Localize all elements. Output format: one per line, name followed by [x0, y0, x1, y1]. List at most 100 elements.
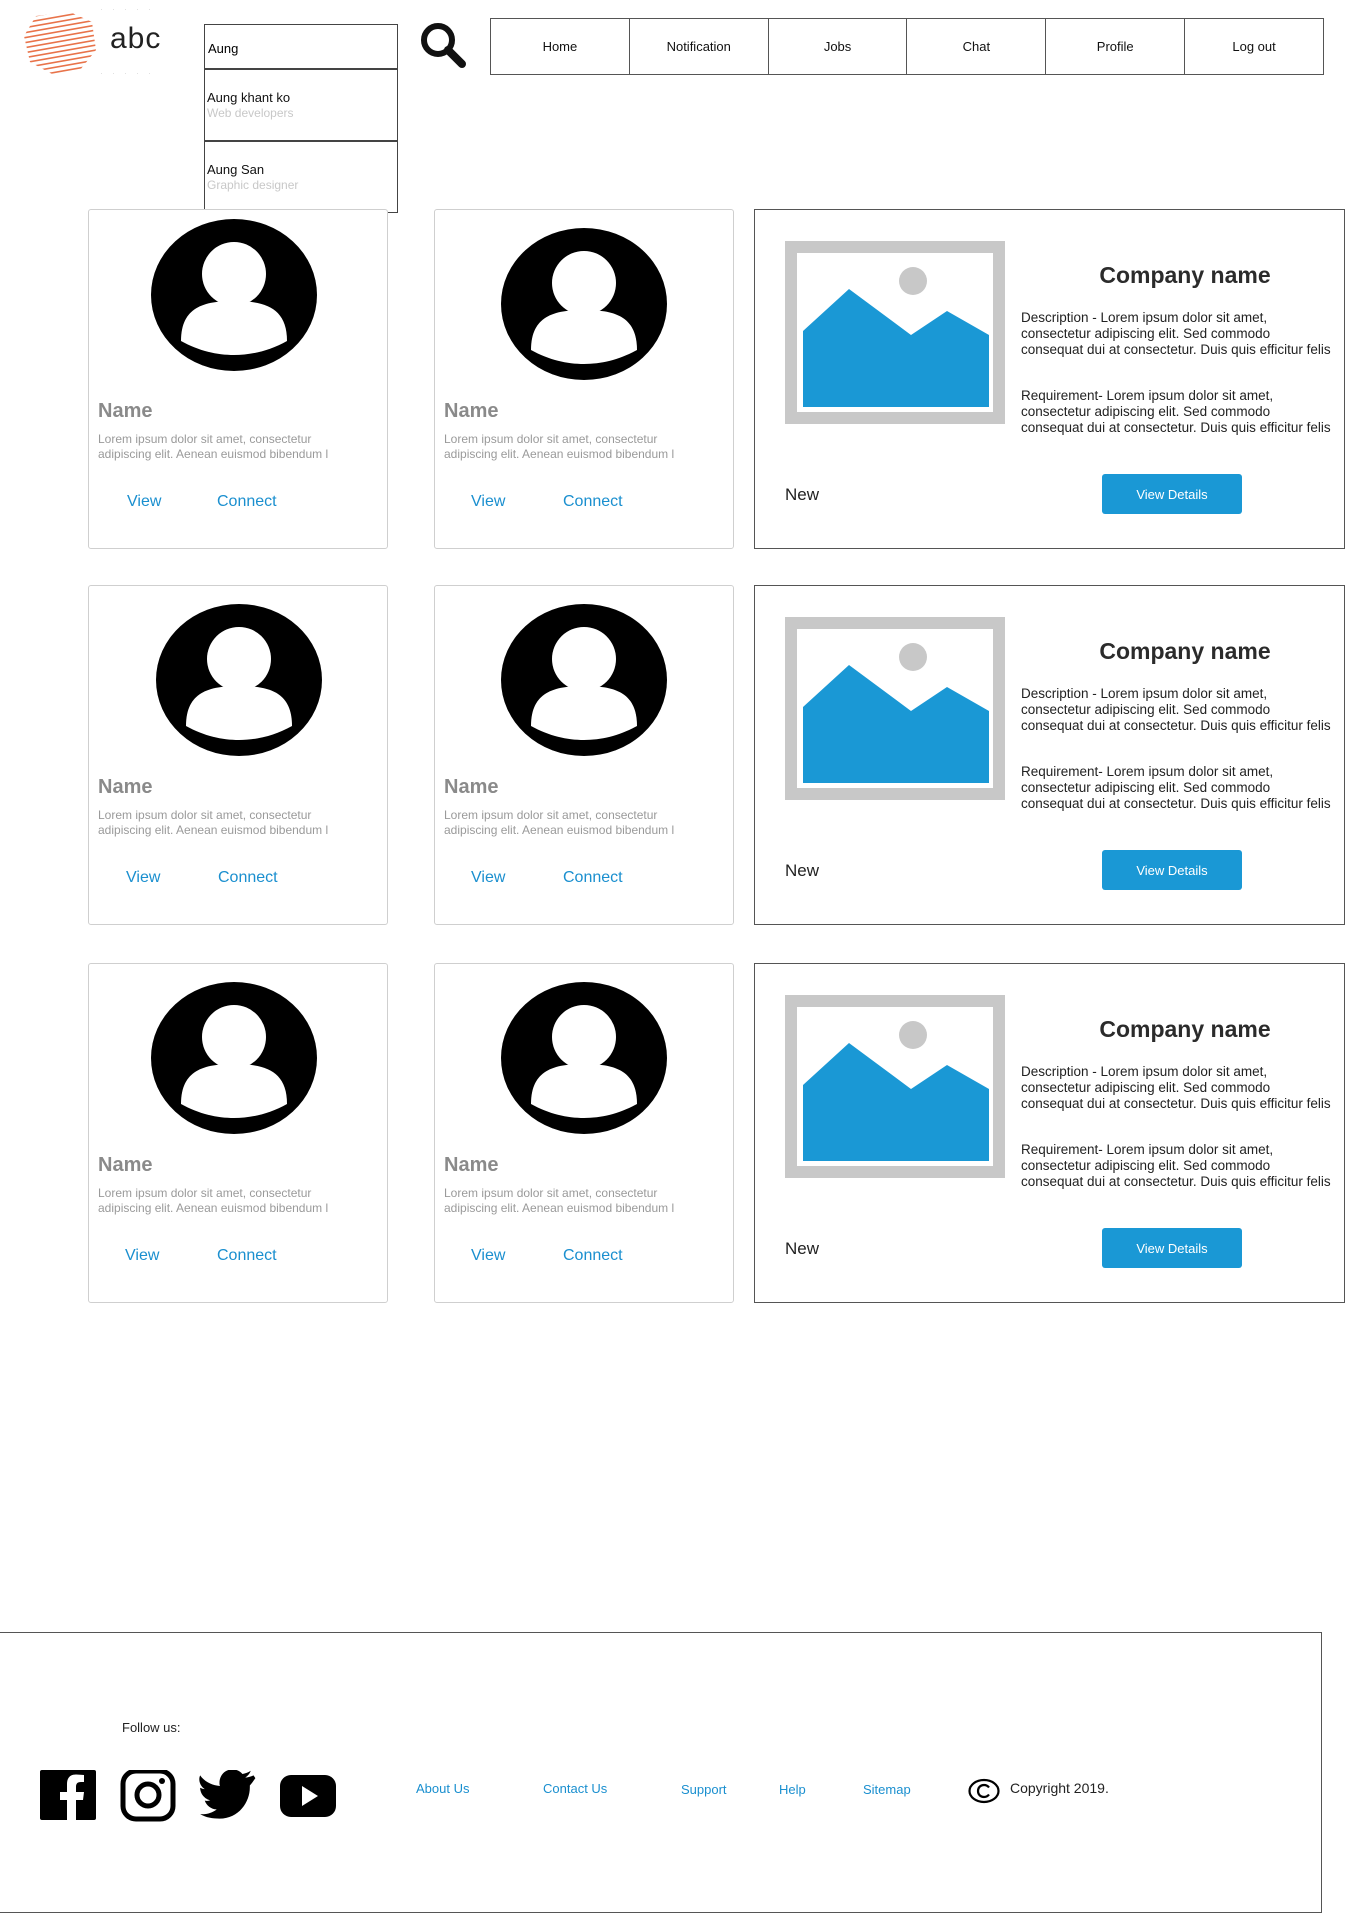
text-line: consequat dui at consectetur. Duis quis … [1021, 718, 1331, 733]
person-description: Lorem ipsum dolor sit amet, consectetur … [98, 432, 329, 461]
person-description: Lorem ipsum dolor sit amet, consectetur … [98, 808, 329, 837]
view-details-button[interactable]: View Details [1102, 850, 1242, 890]
connect-link[interactable]: Connect [563, 1247, 623, 1265]
search-suggestion[interactable]: Aung khant ko Web developers [204, 69, 398, 141]
person-card: Name Lorem ipsum dolor sit amet, consect… [88, 585, 388, 925]
user-avatar-icon [501, 228, 667, 380]
text-line: consequat dui at consectetur. Duis quis … [1021, 1096, 1331, 1111]
company-card: Company name Description - Lorem ipsum d… [754, 585, 1345, 925]
company-description: Description - Lorem ipsum dolor sit amet… [1021, 686, 1345, 734]
view-link[interactable]: View [471, 1247, 505, 1265]
view-link[interactable]: View [126, 869, 160, 887]
text-line: Description - Lorem ipsum dolor sit amet… [1021, 310, 1268, 325]
copyright-icon [968, 1778, 1000, 1804]
status-label: New [785, 861, 820, 880]
nav-notification[interactable]: Notification [630, 19, 769, 74]
nav-profile[interactable]: Profile [1046, 19, 1186, 74]
person-name: Name [98, 400, 153, 422]
status-label: New [785, 485, 820, 504]
person-description: Lorem ipsum dolor sit amet, consectetur … [444, 432, 675, 461]
suggestion-role: Web developers [207, 106, 294, 120]
view-link[interactable]: View [471, 493, 505, 511]
nav-home[interactable]: Home [491, 19, 630, 74]
follow-us-label: Follow us: [122, 1720, 181, 1735]
suggestion-name: Aung khant ko [207, 90, 291, 105]
user-avatar-icon [151, 982, 317, 1134]
search-suggestion[interactable]: Aung San Graphic designer [204, 141, 398, 213]
instagram-icon[interactable] [118, 1770, 178, 1822]
user-avatar-icon [501, 982, 667, 1134]
twitter-icon[interactable] [198, 1770, 258, 1822]
text-line: Requirement- Lorem ipsum dolor sit amet, [1021, 388, 1274, 403]
company-description: Description - Lorem ipsum dolor sit amet… [1021, 1064, 1345, 1112]
text-line: consequat dui at consectetur. Duis quis … [1021, 342, 1331, 357]
company-name: Company name [1099, 262, 1271, 288]
main-nav: Home Notification Jobs Chat Profile Log … [490, 18, 1324, 75]
person-description: Lorem ipsum dolor sit amet, consectetur … [98, 1186, 329, 1215]
person-name: Name [98, 776, 153, 798]
user-avatar-icon [501, 604, 667, 756]
view-details-button[interactable]: View Details [1102, 1228, 1242, 1268]
text-line: consequat dui at consectetur. Duis quis … [1021, 420, 1331, 435]
text-line: consectetur adipiscing elit. Sed commodo [1021, 780, 1271, 795]
footer-link-about[interactable]: About Us [416, 1781, 469, 1796]
footer-link-help[interactable]: Help [779, 1782, 806, 1797]
text-line: consectetur adipiscing elit. Sed commodo [1021, 702, 1271, 717]
logo-decor-dots: ····· [100, 4, 160, 14]
person-card: Name Lorem ipsum dolor sit amet, consect… [434, 209, 734, 549]
suggestion-role: Graphic designer [207, 178, 299, 192]
footer-link-sitemap[interactable]: Sitemap [863, 1782, 911, 1797]
text-line: consectetur adipiscing elit. Sed commodo [1021, 1158, 1271, 1173]
logo-decor-dots: ····· [100, 68, 160, 78]
image-placeholder-icon [785, 617, 1005, 800]
text-line: Requirement- Lorem ipsum dolor sit amet, [1021, 764, 1274, 779]
facebook-icon[interactable] [38, 1770, 98, 1822]
search-input[interactable]: Aung [204, 24, 398, 69]
text-line: consequat dui at consectetur. Duis quis … [1021, 1174, 1331, 1189]
nav-chat[interactable]: Chat [907, 19, 1047, 74]
footer-link-contact[interactable]: Contact Us [543, 1781, 607, 1796]
person-card: Name Lorem ipsum dolor sit amet, consect… [434, 963, 734, 1303]
view-link[interactable]: View [125, 1247, 159, 1265]
view-link[interactable]: View [471, 869, 505, 887]
copyright-text: Copyright 2019. [1010, 1780, 1109, 1796]
user-avatar-icon [151, 219, 317, 371]
company-description: Description - Lorem ipsum dolor sit amet… [1021, 310, 1345, 358]
youtube-icon[interactable] [278, 1770, 338, 1822]
connect-link[interactable]: Connect [217, 493, 277, 511]
company-card: Company name Description - Lorem ipsum d… [754, 209, 1345, 549]
view-link[interactable]: View [127, 493, 161, 511]
connect-link[interactable]: Connect [218, 869, 278, 887]
person-card: Name Lorem ipsum dolor sit amet, consect… [88, 209, 388, 549]
person-description: Lorem ipsum dolor sit amet, consectetur … [444, 808, 675, 837]
company-requirement: Requirement- Lorem ipsum dolor sit amet,… [1021, 1142, 1345, 1190]
text-line: Description - Lorem ipsum dolor sit amet… [1021, 1064, 1268, 1079]
company-requirement: Requirement- Lorem ipsum dolor sit amet,… [1021, 764, 1345, 812]
image-placeholder-icon [785, 995, 1005, 1178]
connect-link[interactable]: Connect [563, 493, 623, 511]
text-line: Requirement- Lorem ipsum dolor sit amet, [1021, 1142, 1274, 1157]
text-line: consequat dui at consectetur. Duis quis … [1021, 796, 1331, 811]
nav-logout[interactable]: Log out [1185, 19, 1323, 74]
connect-link[interactable]: Connect [217, 1247, 277, 1265]
connect-link[interactable]: Connect [563, 869, 623, 887]
status-label: New [785, 1239, 820, 1258]
nav-jobs[interactable]: Jobs [769, 19, 908, 74]
person-name: Name [444, 400, 499, 422]
person-description: Lorem ipsum dolor sit amet, consectetur … [444, 1186, 675, 1215]
person-name: Name [444, 776, 499, 798]
search-icon[interactable] [418, 20, 468, 70]
logo-text: abc [110, 22, 162, 55]
text-line: Description - Lorem ipsum dolor sit amet… [1021, 686, 1268, 701]
company-requirement: Requirement- Lorem ipsum dolor sit amet,… [1021, 388, 1345, 436]
company-name: Company name [1099, 638, 1271, 664]
company-card: Company name Description - Lorem ipsum d… [754, 963, 1345, 1303]
logo-mark [24, 12, 96, 74]
footer-link-support[interactable]: Support [681, 1782, 727, 1797]
view-details-button[interactable]: View Details [1102, 474, 1242, 514]
suggestion-name: Aung San [207, 162, 265, 177]
text-line: consectetur adipiscing elit. Sed commodo [1021, 404, 1271, 419]
text-line: consectetur adipiscing elit. Sed commodo [1021, 1080, 1271, 1095]
person-card: Name Lorem ipsum dolor sit amet, consect… [434, 585, 734, 925]
person-name: Name [444, 1154, 499, 1176]
